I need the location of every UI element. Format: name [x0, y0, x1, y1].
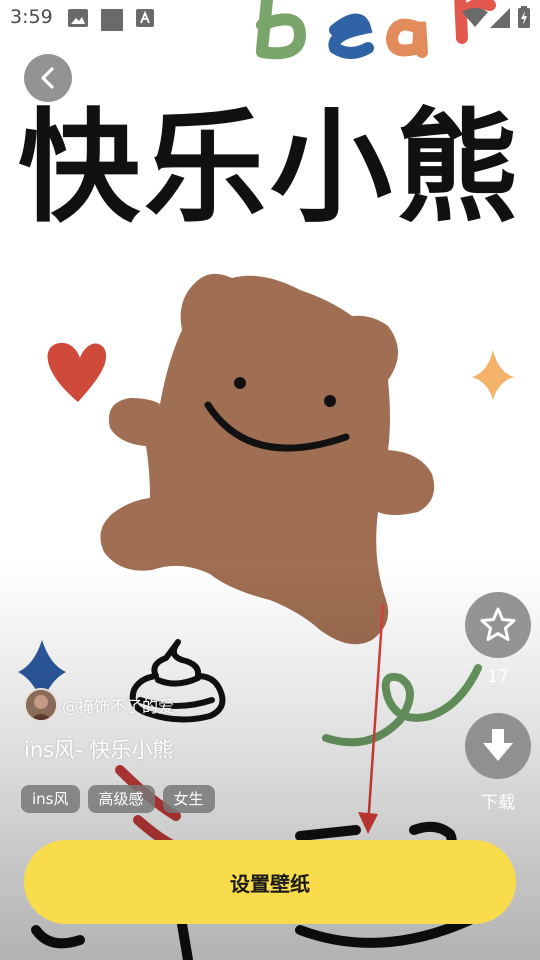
star-icon — [480, 607, 516, 641]
download-button[interactable] — [465, 713, 531, 779]
favorite-button[interactable] — [465, 592, 531, 658]
back-button[interactable] — [24, 54, 72, 102]
set-wallpaper-button[interactable]: 设置壁纸 — [24, 840, 516, 924]
author-name[interactable]: @掩饰不了的爱 — [62, 693, 174, 717]
wifi-icon — [462, 8, 488, 27]
wallpaper-title: ins风- 快乐小熊 — [24, 738, 174, 762]
tag-list: ins风 高级感 女生 — [21, 785, 215, 813]
chevron-left-icon — [41, 67, 54, 89]
signal-icon — [490, 8, 510, 28]
favorite-count: 17 — [487, 667, 509, 687]
status-bar: 3:59 — [0, 0, 540, 36]
author-row[interactable]: @掩饰不了的爱 — [24, 688, 174, 722]
battery-charging-icon — [518, 6, 530, 28]
avatar[interactable] — [24, 688, 58, 722]
tag-chip[interactable]: 女生 — [162, 785, 215, 813]
download-label: 下载 — [481, 793, 515, 813]
tag-chip[interactable]: 高级感 — [87, 785, 155, 813]
download-arrow-icon — [483, 729, 513, 761]
image-icon — [68, 9, 88, 27]
wallpaper-headline: 快乐小熊 — [18, 97, 522, 239]
status-time: 3:59 — [10, 6, 53, 28]
tag-chip[interactable]: ins风 — [21, 785, 80, 813]
square-icon — [101, 9, 123, 31]
font-icon — [136, 9, 154, 27]
